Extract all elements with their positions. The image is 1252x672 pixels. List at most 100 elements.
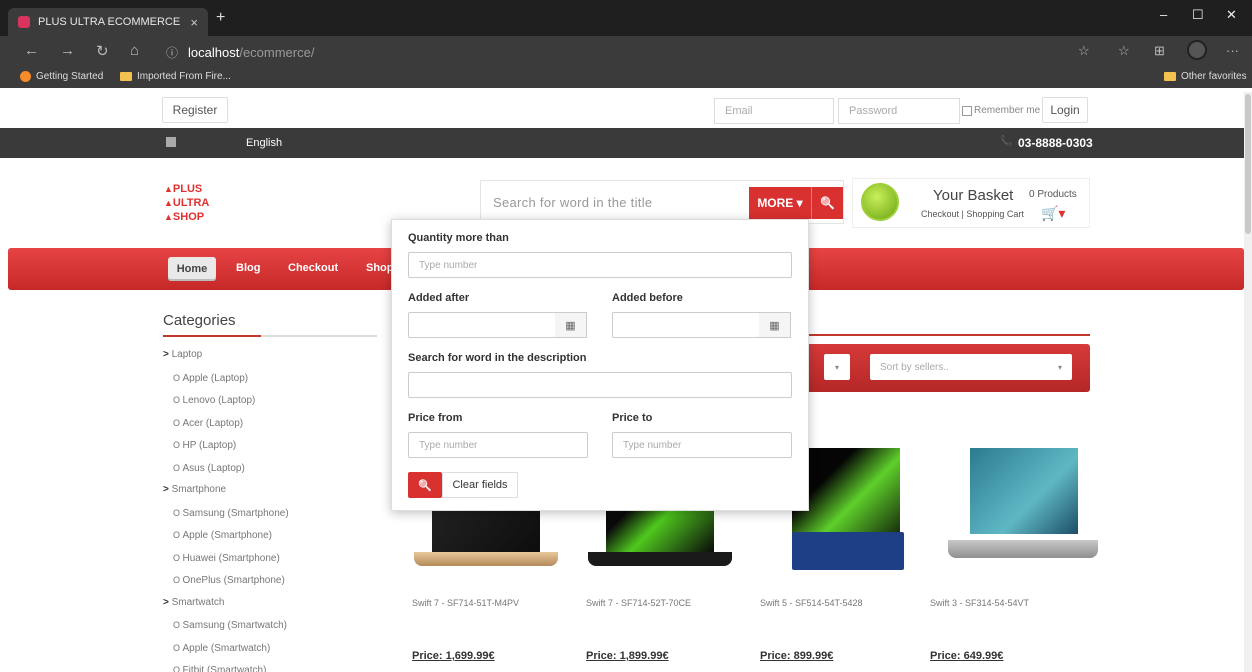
category-item[interactable]: OnePlus (Smartphone) <box>163 569 289 592</box>
search-button[interactable]: 🔍 <box>811 187 843 219</box>
nav-blog[interactable]: Blog <box>236 262 260 274</box>
phone-number: 03-8888-0303 <box>1018 136 1093 150</box>
folder-icon <box>1164 72 1176 81</box>
cart-dropdown-icon[interactable]: 🛒▾ <box>1041 205 1065 222</box>
logo-line: SHOP <box>164 210 209 224</box>
bookmark-other-favorites[interactable]: Other favorites <box>1164 71 1247 82</box>
search-icon: 🔍 <box>418 479 432 492</box>
page-scrollbar[interactable] <box>1244 92 1252 672</box>
browser-tab[interactable]: PLUS ULTRA ECOMMERCE × <box>8 8 208 36</box>
language-select[interactable]: English <box>246 137 282 149</box>
phone-icon: 📞 <box>1000 136 1013 147</box>
flag-icon <box>166 137 176 147</box>
nav-shop[interactable]: Shop <box>366 262 394 274</box>
calendar-icon[interactable]: ▦ <box>759 312 791 338</box>
products-divider <box>800 334 1090 336</box>
forward-button[interactable]: → <box>60 42 75 59</box>
product-image[interactable] <box>930 440 1098 570</box>
category-item[interactable]: Apple (Smartwatch) <box>163 637 289 660</box>
tab-close-icon[interactable]: × <box>190 15 198 30</box>
quantity-input[interactable]: Type number <box>408 252 792 278</box>
advanced-search-panel: Quantity more than Type number Added aft… <box>391 219 809 511</box>
address-toolbar: ← → ↻ ⌂ ⓘ localhost /ecommerce/ ☆ ☆ ⊞ ··… <box>0 36 1252 66</box>
category-group[interactable]: Laptop <box>163 344 289 367</box>
remember-me-checkbox[interactable] <box>962 105 972 116</box>
category-item[interactable]: Samsung (Smartwatch) <box>163 614 289 637</box>
product-price[interactable]: Price: 899.99€ <box>760 650 833 662</box>
register-button[interactable]: Register <box>162 97 228 123</box>
category-group[interactable]: Smartphone <box>163 479 289 502</box>
bookmark-label: Other favorites <box>1181 71 1247 82</box>
url-path: /ecommerce/ <box>239 44 315 60</box>
address-bar[interactable]: ⓘ localhost /ecommerce/ <box>166 41 1096 63</box>
nav-checkout[interactable]: Checkout <box>288 262 338 274</box>
category-item[interactable]: Fitbit (Smartwatch) <box>163 659 289 672</box>
close-window-button[interactable]: ✕ <box>1226 7 1237 23</box>
new-tab-button[interactable]: + <box>216 9 225 27</box>
added-after-input[interactable] <box>408 312 556 338</box>
category-item[interactable]: Asus (Laptop) <box>163 457 289 480</box>
product-price[interactable]: Price: 1,699.99€ <box>412 650 495 662</box>
home-button[interactable]: ⌂ <box>130 42 139 59</box>
clear-fields-button[interactable]: Clear fields <box>442 472 518 498</box>
folder-icon <box>120 72 132 81</box>
favorites-icon[interactable]: ☆ <box>1118 43 1130 59</box>
maximize-button[interactable]: ☐ <box>1192 7 1204 23</box>
profile-avatar[interactable] <box>1187 40 1207 60</box>
bookmark-getting-started[interactable]: Getting Started <box>20 71 103 82</box>
site-logo[interactable]: PLUS ULTRA SHOP <box>164 182 209 224</box>
title-search-input[interactable]: Search for word in the title <box>493 195 652 210</box>
category-item[interactable]: Apple (Laptop) <box>163 367 289 390</box>
added-before-input[interactable] <box>612 312 760 338</box>
categories-list: LaptopApple (Laptop)Lenovo (Laptop)Acer … <box>163 344 289 672</box>
category-item[interactable]: Apple (Smartphone) <box>163 524 289 547</box>
category-item[interactable]: Lenovo (Laptop) <box>163 389 289 412</box>
product-name[interactable]: Swift 7 - SF714-52T-70CE <box>586 598 756 608</box>
product-name[interactable]: Swift 7 - SF714-51T-M4PV <box>412 598 582 608</box>
categories-divider <box>163 335 377 337</box>
refresh-button[interactable]: ↻ <box>96 42 109 60</box>
bookmark-label: Imported From Fire... <box>137 71 231 82</box>
scrollbar-thumb[interactable] <box>1245 94 1251 234</box>
category-item[interactable]: Huawei (Smartphone) <box>163 547 289 570</box>
site-info-icon[interactable]: ⓘ <box>166 44 178 61</box>
favorite-star-icon[interactable]: ☆ <box>1078 43 1090 59</box>
product-price[interactable]: Price: 1,899.99€ <box>586 650 669 662</box>
quantity-label: Quantity more than <box>408 232 509 244</box>
bookmark-imported[interactable]: Imported From Fire... <box>120 71 231 82</box>
description-input[interactable] <box>408 372 792 398</box>
basket-links[interactable]: Checkout | Shopping Cart <box>921 209 1024 219</box>
minimize-button[interactable]: – <box>1160 7 1167 22</box>
collections-icon[interactable]: ⊞ <box>1154 43 1165 59</box>
product-price[interactable]: Price: 649.99€ <box>930 650 1003 662</box>
product-name[interactable]: Swift 3 - SF314-54-54VT <box>930 598 1100 608</box>
category-group[interactable]: Smartwatch <box>163 592 289 615</box>
tab-title: PLUS ULTRA ECOMMERCE <box>38 16 181 28</box>
logo-line: ULTRA <box>164 196 209 210</box>
remember-me-label: Remember me <box>974 105 1041 116</box>
login-button[interactable]: Login <box>1042 97 1088 123</box>
product-name[interactable]: Swift 5 - SF514-54T-5428 <box>760 598 930 608</box>
calendar-icon[interactable]: ▦ <box>555 312 587 338</box>
sort-sellers-label: Sort by sellers.. <box>880 361 949 373</box>
password-field[interactable]: Password <box>838 98 960 124</box>
apply-search-button[interactable]: 🔍 <box>408 472 442 498</box>
category-item[interactable]: Acer (Laptop) <box>163 412 289 435</box>
settings-menu-icon[interactable]: ··· <box>1226 43 1239 58</box>
title-search: Search for word in the title MORE ▾ 🔍 <box>480 180 844 224</box>
more-filters-button[interactable]: MORE ▾ <box>749 187 811 219</box>
description-label: Search for word in the description <box>408 352 587 364</box>
email-field[interactable]: Email <box>714 98 834 124</box>
category-item[interactable]: HP (Laptop) <box>163 434 289 457</box>
back-button[interactable]: ← <box>24 42 39 59</box>
sort-sellers-select[interactable]: Sort by sellers.. ▾ <box>870 354 1072 380</box>
category-item[interactable]: Samsung (Smartphone) <box>163 502 289 525</box>
price-from-input[interactable]: Type number <box>408 432 588 458</box>
product-card[interactable]: Swift 3 - SF314-54-54VT Price: 649.99€ <box>930 440 1098 662</box>
sort-select[interactable]: ▾ <box>824 354 850 380</box>
remember-me[interactable]: Remember me <box>962 105 1040 116</box>
price-to-input[interactable]: Type number <box>612 432 792 458</box>
logo-line: PLUS <box>164 182 209 196</box>
site-favicon-icon <box>18 16 30 28</box>
nav-home[interactable]: Home <box>168 257 216 281</box>
